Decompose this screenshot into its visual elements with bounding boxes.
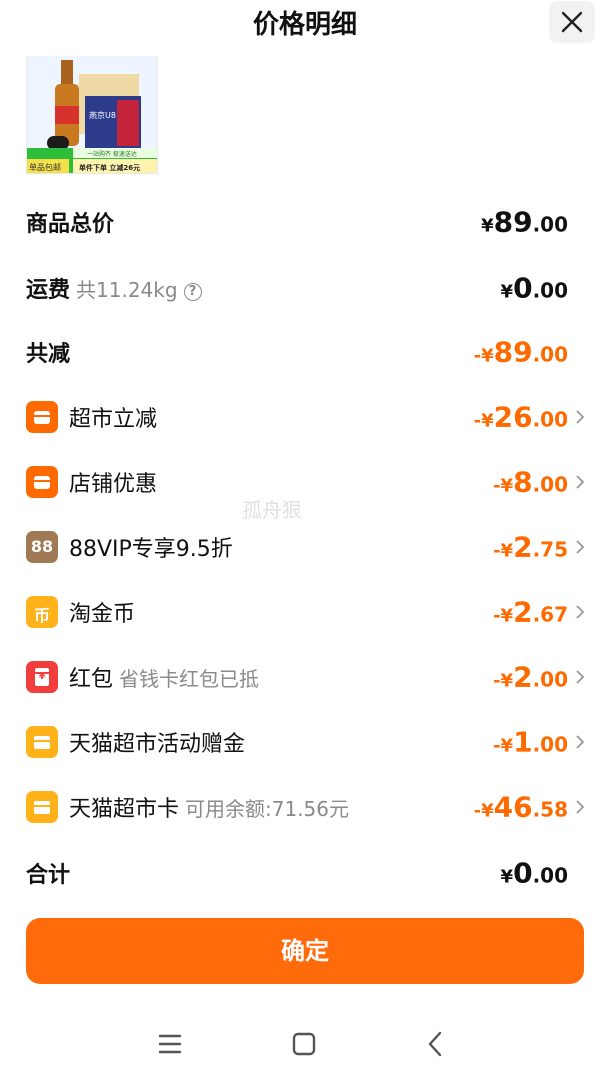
- row-amount: -¥2.67: [493, 595, 568, 629]
- close-icon: [561, 11, 583, 33]
- row-goods-total: 商品总价 ¥89.00: [26, 202, 586, 242]
- row-label: 88VIP专享9.5折: [69, 537, 233, 562]
- row-sub: 省钱卡红包已抵: [119, 667, 260, 691]
- row-amount: -¥1.00: [493, 725, 568, 759]
- row-amount: ¥0.00: [500, 271, 568, 305]
- shop-icon: [26, 401, 58, 433]
- chevron-right-icon: [576, 475, 585, 489]
- row-red-packet[interactable]: ¥ 红包 省钱卡红包已抵 -¥2.00: [26, 657, 586, 697]
- row-label: 合计: [26, 863, 71, 888]
- red-packet-icon: ¥: [26, 661, 58, 693]
- back-icon: [428, 1031, 442, 1057]
- chevron-right-icon: [576, 540, 585, 554]
- row-sub: 可用余额:71.56元: [185, 797, 350, 821]
- product-thumbnail[interactable]: 单品包邮 一站购齐 极速送达 单件下单 立减26元 燕京U8: [26, 56, 158, 174]
- home-icon: [292, 1032, 316, 1056]
- row-amount: -¥46.58: [473, 790, 568, 824]
- vip88-icon: 88: [26, 531, 58, 563]
- menu-icon: [158, 1034, 182, 1054]
- shop-icon: [26, 466, 58, 498]
- row-label: 运费: [26, 278, 71, 303]
- card-icon: [26, 726, 58, 758]
- confirm-button[interactable]: 确定: [26, 918, 584, 984]
- row-label: 店铺优惠: [69, 472, 158, 497]
- coin-icon: 币: [26, 596, 58, 628]
- row-amount: -¥2.00: [493, 660, 568, 694]
- chevron-right-icon: [576, 800, 585, 814]
- banner-top: 一站购齐 极速送达: [87, 150, 137, 158]
- row-label: 淘金币: [69, 602, 136, 627]
- row-label: 天猫超市卡: [69, 797, 180, 822]
- page-title: 价格明细: [252, 10, 357, 40]
- menu-button[interactable]: [150, 1026, 190, 1062]
- row-store-discount[interactable]: 店铺优惠 -¥8.00: [26, 462, 586, 502]
- chevron-right-icon: [576, 670, 585, 684]
- row-tmall-card[interactable]: 天猫超市卡 可用余额:71.56元 -¥46.58: [26, 787, 586, 827]
- row-label: 商品总价: [26, 212, 115, 237]
- home-button[interactable]: [284, 1026, 324, 1062]
- row-label: 红包: [69, 667, 114, 692]
- row-shipping: 运费 共11.24kg? ¥0.00: [26, 268, 586, 308]
- row-supermarket-discount[interactable]: 超市立减 -¥26.00: [26, 397, 586, 437]
- row-amount: -¥89.00: [473, 335, 568, 369]
- row-taojinbi[interactable]: 币 淘金币 -¥2.67: [26, 592, 586, 632]
- back-button[interactable]: [416, 1026, 456, 1062]
- product-image: 单品包邮 一站购齐 极速送达 单件下单 立减26元 燕京U8: [27, 56, 157, 173]
- chevron-right-icon: [576, 605, 585, 619]
- system-navbar: [0, 1008, 610, 1081]
- header: 价格明细: [0, 0, 610, 44]
- row-label: 超市立减: [69, 407, 158, 432]
- chevron-right-icon: [576, 735, 585, 749]
- banner-bottom: 单件下单 立减26元: [79, 163, 140, 172]
- row-label: 共减: [26, 342, 71, 367]
- row-label: 天猫超市活动赠金: [69, 732, 246, 757]
- chevron-right-icon: [576, 410, 585, 424]
- row-amount: -¥8.00: [493, 465, 568, 499]
- row-total-discount: 共减 -¥89.00: [26, 332, 586, 372]
- row-88vip[interactable]: 88 88VIP专享9.5折 -¥2.75: [26, 527, 586, 567]
- row-grand-total: 合计 ¥0.00: [26, 853, 586, 893]
- row-amount: ¥0.00: [500, 856, 568, 890]
- badge-left: 单品包邮: [29, 162, 61, 172]
- card-icon: [26, 791, 58, 823]
- row-amount: -¥26.00: [473, 400, 568, 434]
- close-button[interactable]: [549, 1, 595, 43]
- row-amount: ¥89.00: [481, 205, 568, 239]
- row-tmall-bonus[interactable]: 天猫超市活动赠金 -¥1.00: [26, 722, 586, 762]
- watermark: 孤舟狠: [242, 498, 302, 522]
- brand-label: 燕京U8: [89, 110, 116, 120]
- row-amount: -¥2.75: [493, 530, 568, 564]
- weight-text: 共11.24kg: [76, 278, 178, 302]
- help-icon[interactable]: ?: [183, 283, 202, 301]
